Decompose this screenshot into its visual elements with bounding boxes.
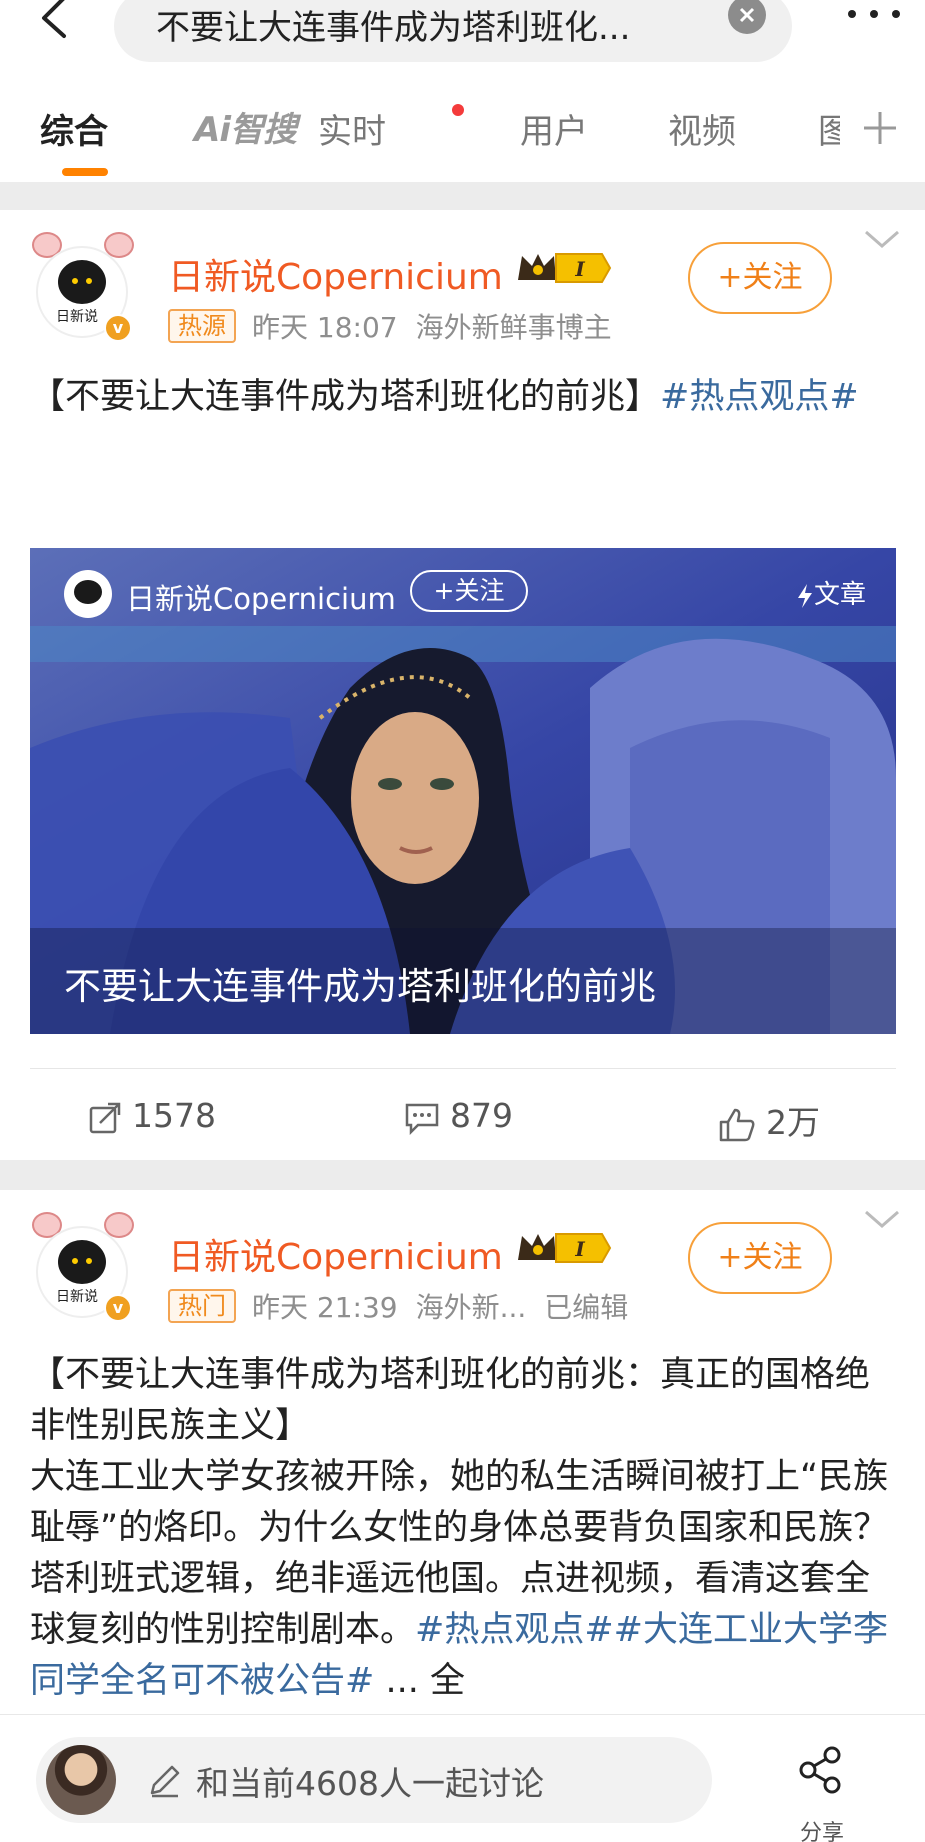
section-gap [0, 1160, 925, 1190]
post-body[interactable]: 【不要让大连事件成为塔利班化的前兆：真正的国格绝非性别民族主义】 大连工业大学女… [30, 1350, 896, 1707]
vip-crown-icon: I [518, 253, 612, 283]
hashtag-link[interactable]: #热点观点# [660, 377, 859, 417]
add-tab-icon[interactable] [860, 108, 900, 148]
post-body[interactable]: 【不要让大连事件成为塔利班化的前兆】#热点观点# [30, 372, 896, 423]
post-card[interactable]: 日新说 v 日新说Copernicium I +关注 热源 昨天 18:07 海外新… [0, 210, 925, 1160]
level-badge: I [574, 1237, 585, 1261]
expand-more[interactable]: ... 全 [385, 1661, 465, 1701]
share-icon[interactable] [796, 1745, 844, 1795]
hot-tag: 热门 [168, 1289, 236, 1323]
avatar[interactable]: 日新说 v [30, 232, 136, 342]
chevron-down-icon[interactable] [862, 224, 902, 254]
tab-images[interactable]: 图 [818, 104, 840, 153]
vip-crown-icon: I [518, 1233, 612, 1263]
verified-icon: v [104, 314, 132, 342]
article-badge-label: 文章 [814, 580, 867, 610]
chevron-down-icon[interactable] [862, 1204, 902, 1234]
back-arrow-icon[interactable] [34, 0, 84, 50]
clear-search-button[interactable] [728, 0, 766, 34]
verified-icon: v [104, 1294, 132, 1322]
follow-button[interactable]: +关注 [688, 1222, 832, 1294]
tab-comprehensive[interactable]: 综合 [40, 104, 108, 153]
article-card[interactable]: 日新说Copernicium +关注 文章 不要让大连事件成为塔利班化的前兆 [30, 548, 896, 1034]
post-time: 昨天 18:07 [252, 311, 398, 344]
follow-button[interactable]: +关注 [688, 242, 832, 314]
discussion-input[interactable]: 和当前4608人一起讨论 [36, 1737, 712, 1823]
search-query[interactable]: 不要让大连事件成为塔利班化... [156, 0, 630, 49]
article-type-badge: 文章 [796, 574, 866, 611]
author-info: 海外新... [415, 1291, 527, 1324]
repost-icon [89, 1102, 121, 1133]
discussion-placeholder: 和当前4608人一起讨论 [196, 1764, 544, 1803]
avatar-text: 日新说 [56, 309, 98, 325]
post-meta: 热源 昨天 18:07 海外新鲜事博主 [168, 306, 630, 346]
article-author-name[interactable]: 日新说Copernicium [126, 576, 396, 618]
thumbs-up-icon [719, 1108, 755, 1141]
article-title[interactable]: 不要让大连事件成为塔利班化的前兆 [64, 956, 656, 1010]
author-name[interactable]: 日新说Copernicium [168, 248, 503, 300]
pen-icon [150, 1765, 180, 1798]
hot-source-tag: 热源 [168, 309, 236, 343]
post-card[interactable]: 日新说 v 日新说Copernicium I +关注 热门 昨天 21:39 海外新… [0, 1190, 925, 1714]
avatar-text: 日新说 [56, 1289, 98, 1305]
new-content-dot [452, 104, 464, 116]
article-author-avatar[interactable] [64, 570, 112, 618]
close-icon [739, 7, 755, 23]
search-tabs: 综合 Ai智搜 实时 用户 视频 图 [0, 70, 925, 182]
like-button[interactable]: 2万 [718, 1096, 820, 1144]
repost-button[interactable]: 1578 [88, 1096, 216, 1135]
author-name[interactable]: 日新说Copernicium [168, 1228, 503, 1280]
edited-label: 已编辑 [544, 1291, 629, 1324]
like-count: 2万 [766, 1103, 820, 1142]
section-gap [0, 182, 925, 210]
comment-count: 879 [450, 1096, 513, 1135]
tab-users[interactable]: 用户 [520, 104, 588, 153]
more-options-button[interactable] [842, 0, 912, 30]
top-bar: 不要让大连事件成为塔利班化... [0, 0, 925, 70]
article-follow-button[interactable]: +关注 [410, 570, 528, 612]
hashtag-link[interactable]: #热点观点# [415, 1610, 614, 1650]
comment-button[interactable]: 879 [404, 1096, 513, 1135]
post-time: 昨天 21:39 [252, 1291, 398, 1324]
active-tab-indicator [62, 168, 108, 176]
tab-video[interactable]: 视频 [668, 104, 736, 153]
level-badge: I [574, 257, 585, 281]
tab-ai-search[interactable]: Ai智搜 [194, 102, 297, 151]
divider [30, 1068, 896, 1069]
post-meta: 热门 昨天 21:39 海外新... 已编辑 [168, 1286, 646, 1326]
bottom-bar: 和当前4608人一起讨论 分享 [0, 1714, 925, 1842]
share-label[interactable]: 分享 [800, 1815, 844, 1842]
author-info: 海外新鲜事博主 [415, 311, 612, 344]
repost-count: 1578 [132, 1096, 216, 1135]
lightning-icon [798, 583, 812, 608]
tab-realtime[interactable]: 实时 [318, 104, 386, 153]
user-avatar[interactable] [46, 1745, 116, 1815]
comment-icon [405, 1103, 439, 1135]
post-headline: 【不要让大连事件成为塔利班化的前兆：真正的国格绝非性别民族主义】 [30, 1355, 871, 1446]
post-text: 【不要让大连事件成为塔利班化的前兆】 [30, 377, 661, 417]
avatar[interactable]: 日新说 v [30, 1212, 136, 1322]
search-box[interactable]: 不要让大连事件成为塔利班化... [114, 0, 792, 62]
